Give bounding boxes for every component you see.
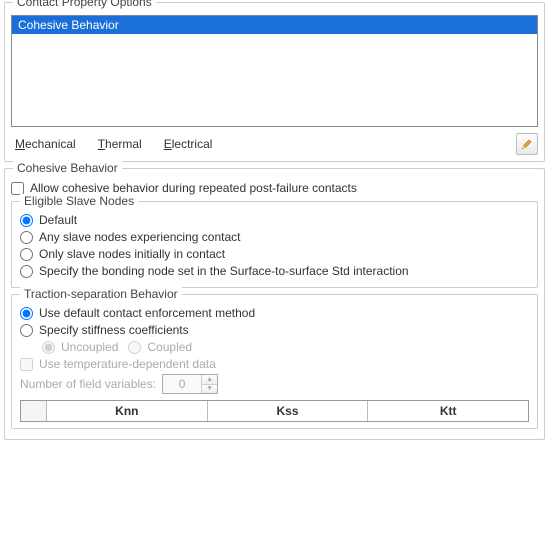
num-field-vars-spinner: ▲ ▼ <box>162 374 218 394</box>
spinner-down-icon: ▼ <box>202 385 217 394</box>
traction-separation-group: Traction-separation Behavior Use default… <box>11 294 538 429</box>
traction-default-label[interactable]: Use default contact enforcement method <box>39 306 255 320</box>
stiffness-table: Knn Kss Ktt <box>20 400 529 422</box>
tab-thermal[interactable]: Thermal <box>94 135 146 153</box>
uncoupled-label: Uncoupled <box>61 340 118 354</box>
num-field-vars-input <box>163 375 201 393</box>
tab-mechanical-rest: echanical <box>25 137 76 151</box>
uncoupled-radio <box>42 341 55 354</box>
traction-legend: Traction-separation Behavior <box>20 287 182 301</box>
traction-specify-label[interactable]: Specify stiffness coefficients <box>39 323 189 337</box>
tab-mechanical[interactable]: Mechanical <box>11 135 80 153</box>
eligible-initial-radio[interactable] <box>20 248 33 261</box>
use-temp-label: Use temperature-dependent data <box>39 357 216 371</box>
use-temp-checkbox <box>20 358 33 371</box>
eligible-default-label[interactable]: Default <box>39 213 77 227</box>
eligible-initial-label[interactable]: Only slave nodes initially in contact <box>39 247 225 261</box>
contact-property-options-legend: Contact Property Options <box>13 0 156 9</box>
cohesive-behavior-group: Cohesive Behavior Allow cohesive behavio… <box>4 168 545 440</box>
col-ktt: Ktt <box>368 401 528 421</box>
eligible-any-label[interactable]: Any slave nodes experiencing contact <box>39 230 240 244</box>
spinner-up-icon: ▲ <box>202 375 217 385</box>
tab-thermal-rest: hermal <box>105 137 142 151</box>
tab-electrical-rest: lectrical <box>172 137 213 151</box>
allow-repeated-label[interactable]: Allow cohesive behavior during repeated … <box>30 181 357 195</box>
eligible-any-radio[interactable] <box>20 231 33 244</box>
col-kss: Kss <box>208 401 369 421</box>
edit-button[interactable] <box>516 133 538 155</box>
cohesive-behavior-legend: Cohesive Behavior <box>13 161 122 175</box>
coupling-subrow: Uncoupled Coupled <box>42 340 529 354</box>
coupled-label: Coupled <box>147 340 192 354</box>
allow-repeated-checkbox[interactable] <box>11 182 24 195</box>
pencil-icon <box>521 138 533 150</box>
category-tab-row: Mechanical Thermal Electrical <box>11 133 538 155</box>
col-knn: Knn <box>47 401 208 421</box>
contact-property-options-group: Contact Property Options Cohesive Behavi… <box>4 2 545 162</box>
eligible-default-radio[interactable] <box>20 214 33 227</box>
eligible-specify-radio[interactable] <box>20 265 33 278</box>
num-field-vars-label: Number of field variables: <box>20 377 156 391</box>
eligible-specify-label[interactable]: Specify the bonding node set in the Surf… <box>39 264 409 278</box>
tab-electrical[interactable]: Electrical <box>160 135 217 153</box>
eligible-legend: Eligible Slave Nodes <box>20 194 138 208</box>
property-options-listbox[interactable]: Cohesive Behavior <box>11 15 538 127</box>
eligible-slave-nodes-group: Eligible Slave Nodes Default Any slave n… <box>11 201 538 288</box>
traction-default-radio[interactable] <box>20 307 33 320</box>
table-rownum-header <box>21 401 47 421</box>
traction-specify-radio[interactable] <box>20 324 33 337</box>
coupled-radio <box>128 341 141 354</box>
list-item[interactable]: Cohesive Behavior <box>12 16 537 34</box>
